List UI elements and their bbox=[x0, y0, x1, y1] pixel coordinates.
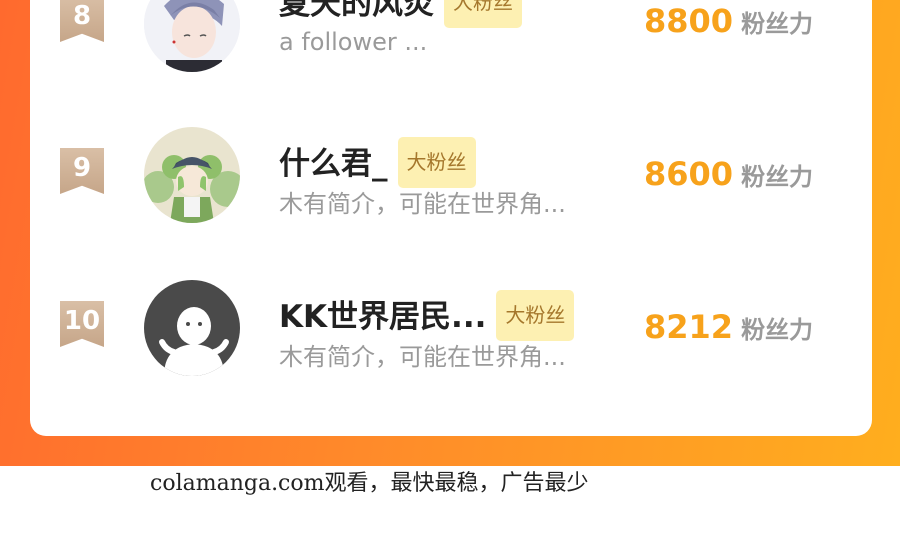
fan-level-badge: 大粉丝 bbox=[496, 290, 575, 341]
list-item[interactable]: 9 什么君_ 大粉丝 木有简介，可能在世界角... 8600 粉丝力 bbox=[30, 127, 872, 240]
user-bio: 木有简介，可能在世界角... bbox=[279, 343, 566, 371]
list-item[interactable]: 8 夏天的风炎 大粉丝 a follower ... 8800 粉丝力 bbox=[30, 0, 872, 90]
score-value: 8212 bbox=[644, 308, 734, 346]
score-unit: 粉丝力 bbox=[741, 10, 814, 38]
anime-boy-avatar-icon[interactable] bbox=[144, 0, 240, 72]
user-name-text[interactable]: 夏天的风炎 bbox=[279, 0, 434, 22]
user-name-text[interactable]: 什么君_ bbox=[279, 146, 388, 182]
score-value: 8800 bbox=[644, 2, 734, 40]
fan-ranking-card: 8 夏天的风炎 大粉丝 a follower ... 8800 粉丝力 9 什么… bbox=[30, 0, 872, 436]
rank-badge: 10 bbox=[60, 301, 104, 347]
user-bio: 木有简介，可能在世界角... bbox=[279, 190, 566, 218]
user-name[interactable]: 夏天的风炎 大粉丝 bbox=[279, 0, 522, 31]
site-watermark-text: colamanga.com观看，最快最稳，广告最少 bbox=[150, 471, 589, 496]
score-unit: 粉丝力 bbox=[741, 316, 814, 344]
list-item[interactable]: 10 KK世界居民... 大粉丝 木有简介，可能在世界角... 8212 粉丝力 bbox=[30, 280, 872, 393]
user-name-text[interactable]: KK世界居民... bbox=[279, 299, 486, 335]
fan-power-score: 8600 粉丝力 bbox=[644, 155, 813, 193]
fan-level-badge: 大粉丝 bbox=[397, 137, 476, 188]
fan-power-score: 8800 粉丝力 bbox=[644, 2, 813, 40]
fan-level-badge: 大粉丝 bbox=[444, 0, 522, 28]
rank-badge: 9 bbox=[60, 148, 104, 194]
rank-badge: 8 bbox=[60, 0, 104, 42]
default-user-avatar-icon[interactable] bbox=[144, 280, 240, 376]
anime-girl-avatar-icon[interactable] bbox=[144, 127, 240, 223]
score-unit: 粉丝力 bbox=[741, 163, 814, 191]
user-bio: a follower ... bbox=[279, 28, 428, 56]
fan-power-score: 8212 粉丝力 bbox=[644, 308, 813, 346]
score-value: 8600 bbox=[644, 155, 734, 193]
